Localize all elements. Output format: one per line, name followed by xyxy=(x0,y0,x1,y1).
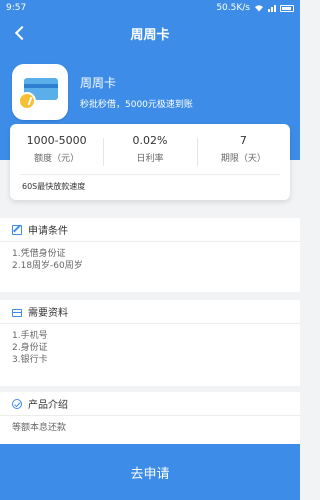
product-header: 周周卡 秒批秒借，5000元极速到账 xyxy=(12,64,193,120)
section-body: 等额本息还款 xyxy=(0,416,300,440)
apply-button[interactable]: 去申请 xyxy=(0,444,300,500)
list-item: 2.身份证 xyxy=(12,343,48,353)
list-item: 3.银行卡 xyxy=(12,355,48,365)
stat-value: 7 xyxy=(239,134,247,147)
edit-icon xyxy=(12,224,22,235)
status-indicators: 50.5K/s xyxy=(216,3,294,13)
materials-section: 需要资料 1.手机号 2.身份证 3.银行卡 xyxy=(0,300,300,386)
id-card-icon xyxy=(12,308,22,317)
check-circle-icon xyxy=(12,398,22,409)
list-item: 1.凭借身份证 xyxy=(12,249,66,259)
product-desc: 秒批秒借，5000元极速到账 xyxy=(80,100,193,110)
signal-icon xyxy=(268,4,276,12)
section-header: 产品介绍 xyxy=(0,392,300,416)
stat-label: 日利率 xyxy=(136,154,164,164)
list-item: 1.手机号 xyxy=(12,331,48,341)
speed-note: 60S最快放款速度 xyxy=(22,182,86,191)
conditions-section: 申请条件 1.凭借身份证 2.18周岁-60周岁 xyxy=(0,218,300,292)
status-time: 9:57 xyxy=(6,3,27,13)
list-item: 2.18周岁-60周岁 xyxy=(12,261,83,271)
section-title: 需要资料 xyxy=(28,308,68,319)
status-bar: 9:57 50.5K/s xyxy=(0,0,300,16)
section-header: 需要资料 xyxy=(0,300,300,324)
stat-term: 7 期限（天） xyxy=(196,134,290,166)
back-arrow-icon[interactable] xyxy=(12,24,30,42)
section-body: 1.手机号 2.身份证 3.银行卡 xyxy=(0,324,300,372)
intro-text: 等额本息还款 xyxy=(12,423,67,433)
stat-value: 0.02% xyxy=(132,134,168,147)
section-body: 1.凭借身份证 2.18周岁-60周岁 xyxy=(0,242,300,278)
stat-value: 1000-5000 xyxy=(26,134,87,147)
section-title: 产品介绍 xyxy=(28,400,68,411)
stat-amount: 1000-5000 额度（元） xyxy=(10,134,103,164)
product-name: 周周卡 xyxy=(80,76,117,90)
stat-label: 额度（元） xyxy=(34,154,80,164)
section-title: 申请条件 xyxy=(28,226,68,237)
section-header: 申请条件 xyxy=(0,218,300,242)
lightning-coin-icon xyxy=(18,92,36,110)
battery-icon xyxy=(280,4,294,12)
wifi-icon xyxy=(255,5,263,12)
page-title: 周周卡 xyxy=(130,27,170,43)
stats-row: 1000-5000 额度（元） 0.02% 日利率 7 期限（天） xyxy=(10,124,290,174)
intro-section: 产品介绍 等额本息还款 xyxy=(0,392,300,444)
network-speed: 50.5K/s xyxy=(216,3,250,13)
product-info: 周周卡 秒批秒借，5000元极速到账 xyxy=(80,74,193,110)
product-logo xyxy=(12,64,68,120)
nav-bar: 周周卡 xyxy=(0,18,300,48)
stats-card: 1000-5000 额度（元） 0.02% 日利率 7 期限（天） 60S最快放… xyxy=(10,124,290,200)
stat-rate: 0.02% 日利率 xyxy=(103,134,196,166)
stat-label: 期限（天） xyxy=(220,154,266,164)
